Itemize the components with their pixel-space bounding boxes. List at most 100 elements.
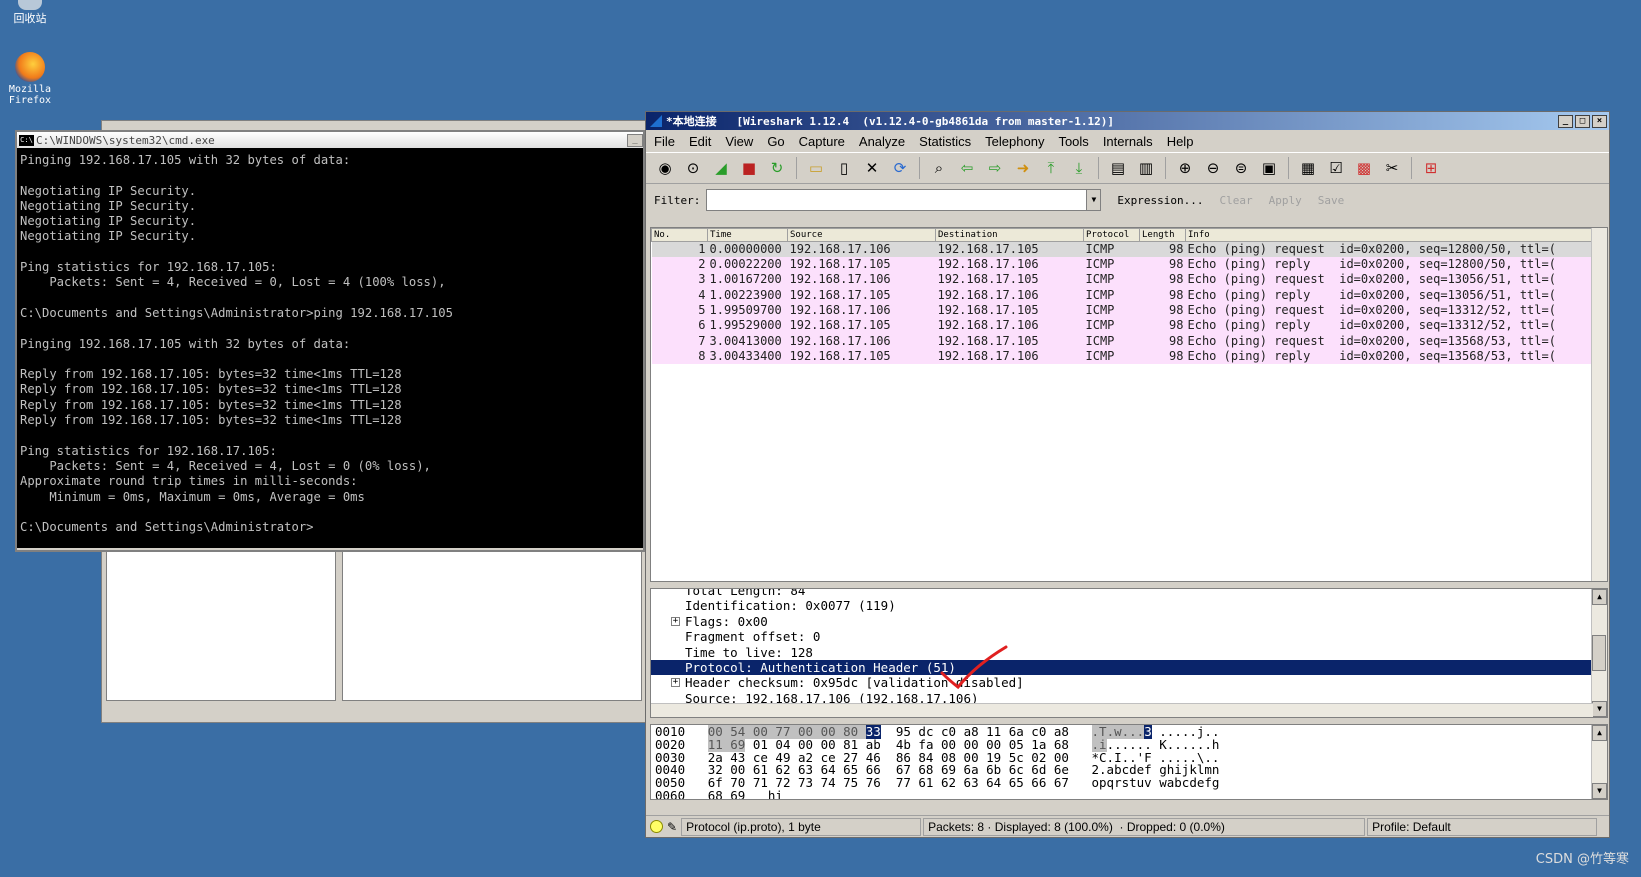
maximize-button[interactable]: □ [1575, 114, 1590, 128]
detail-line[interactable]: + Header checksum: 0x95dc [validation dis… [651, 675, 1607, 690]
wireshark-titlebar[interactable]: *本地连接 [Wireshark 1.12.4 (v1.12.4-0-gb486… [646, 112, 1609, 130]
expand-icon[interactable]: + [671, 616, 680, 626]
cmd-window[interactable]: C:\ C:\WINDOWS\system32\cmd.exe _ Pingin… [15, 130, 645, 552]
filter-input[interactable]: ▼ [706, 189, 1102, 211]
menu-file[interactable]: File [654, 134, 675, 149]
packet-row[interactable]: 2 0.00022200 192.168.17.105 192.168.17.106 I… [651, 257, 1606, 273]
detail-text: Time to live: 128 [685, 644, 813, 660]
details-scrollbar[interactable]: ▲ ▼ [1591, 589, 1607, 717]
stop-capture-icon[interactable]: ■ [738, 157, 760, 179]
open-file-icon[interactable]: ▭ [805, 157, 827, 179]
packet-cell-proto: ICMP [1083, 302, 1140, 319]
console-line: Negotiating IP Security. [20, 198, 197, 213]
details-hscrollbar[interactable] [651, 703, 1593, 717]
column-header-no[interactable]: No. [651, 228, 708, 242]
wireshark-window[interactable]: *本地连接 [Wireshark 1.12.4 (v1.12.4-0-gb486… [645, 111, 1610, 838]
packet-row[interactable]: 6 1.99529000 192.168.17.105 192.168.17.106 I… [651, 318, 1606, 334]
interfaces-icon[interactable]: ◉ [654, 157, 676, 179]
menu-telephony[interactable]: Telephony [985, 134, 1044, 149]
expand-icon[interactable]: + [671, 678, 680, 688]
options-icon[interactable]: ⊙ [682, 157, 704, 179]
scroll-up-icon[interactable]: ▲ [1592, 725, 1607, 741]
reload-icon[interactable]: ⟳ [889, 157, 911, 179]
close-file-icon[interactable]: ✕ [861, 157, 883, 179]
minimize-button[interactable]: _ [627, 133, 643, 147]
bytes-scrollbar[interactable]: ▲ ▼ [1591, 725, 1607, 799]
display-filters-icon[interactable]: ☑ [1325, 157, 1347, 179]
capture-filters-icon[interactable]: ▦ [1297, 157, 1319, 179]
packet-row[interactable]: 7 3.00413000 192.168.17.106 192.168.17.105 I… [651, 333, 1606, 349]
preferences-icon[interactable]: ✂ [1381, 157, 1403, 179]
chevron-down-icon[interactable]: ▼ [1086, 190, 1101, 210]
capture-comments-icon[interactable]: ✎ [667, 820, 677, 834]
clear-button[interactable]: Clear [1219, 194, 1252, 207]
column-header-protocol[interactable]: Protocol [1083, 228, 1140, 242]
packet-row[interactable]: 1 0.00000000 192.168.17.106 192.168.17.105 I… [651, 241, 1606, 257]
colorize-icon[interactable]: ▤ [1107, 157, 1129, 179]
save-file-icon[interactable]: ▯ [833, 157, 855, 179]
restart-capture-icon[interactable]: ↻ [766, 157, 788, 179]
packet-row[interactable]: 4 1.00223900 192.168.17.105 192.168.17.106 I… [651, 287, 1606, 303]
column-header-length[interactable]: Length [1139, 228, 1186, 242]
scroll-down-icon[interactable]: ▼ [1592, 783, 1607, 799]
start-capture-icon[interactable]: ◢ [710, 157, 732, 179]
auto-scroll-icon[interactable]: ▥ [1135, 157, 1157, 179]
go-back-icon[interactable]: ⇦ [956, 157, 978, 179]
go-first-icon[interactable]: ⤒ [1040, 157, 1062, 179]
column-header-source[interactable]: Source [787, 228, 936, 242]
expert-info-icon[interactable] [650, 820, 663, 833]
scroll-thumb[interactable] [1592, 635, 1606, 671]
menu-tools[interactable]: Tools [1058, 134, 1088, 149]
detail-line[interactable]: Fragment offset: 0 [651, 629, 1607, 644]
packet-row[interactable]: 5 1.99509700 192.168.17.106 192.168.17.105 I… [651, 302, 1606, 319]
menu-help[interactable]: Help [1167, 134, 1194, 149]
coloring-rules-icon[interactable]: ▩ [1353, 157, 1375, 179]
minimize-button[interactable]: _ [1558, 114, 1573, 128]
detail-line[interactable]: Protocol: Authentication Header (51) [651, 659, 1607, 676]
packet-details[interactable]: Total Length: 84 Identification: 0x0077 (… [650, 588, 1608, 718]
scroll-down-icon[interactable]: ▼ [1592, 701, 1607, 717]
menu-analyze[interactable]: Analyze [859, 134, 905, 149]
menu-internals[interactable]: Internals [1103, 134, 1153, 149]
menu-edit[interactable]: Edit [689, 134, 711, 149]
packet-bytes[interactable]: 0010 00 54 00 77 00 00 80 33 95 dc c0 a8… [650, 724, 1608, 800]
resize-columns-icon[interactable]: ▣ [1258, 157, 1280, 179]
help-icon[interactable]: ⊞ [1420, 157, 1442, 179]
go-last-icon[interactable]: ⤓ [1068, 157, 1090, 179]
status-packets: Packets: 8 · Displayed: 8 (100.0%) · Dro… [923, 817, 1366, 836]
menu-statistics[interactable]: Statistics [919, 134, 971, 149]
find-packet-icon[interactable]: ⌕ [928, 157, 950, 179]
packet-row[interactable]: 8 3.00433400 192.168.17.105 192.168.17.106 I… [651, 348, 1606, 365]
packet-cell-len: 98 [1139, 257, 1186, 273]
menu-view[interactable]: View [725, 134, 753, 149]
zoom-out-icon[interactable]: ⊖ [1202, 157, 1224, 179]
detail-line[interactable]: Total Length: 84 [651, 589, 1607, 598]
recycle-bin-icon [18, 0, 42, 10]
packet-list[interactable]: No. Time Source Destination Protocol Length In… [650, 227, 1608, 582]
scroll-up-icon[interactable]: ▲ [1592, 589, 1607, 605]
normal-size-icon[interactable]: ⊜ [1230, 157, 1252, 179]
go-to-packet-icon[interactable]: ➜ [1012, 157, 1034, 179]
column-header-time[interactable]: Time [707, 228, 788, 242]
detail-line[interactable]: Identification: 0x0077 (119) [651, 598, 1607, 613]
detail-line[interactable]: + Flags: 0x00 [651, 614, 1607, 629]
menu-capture[interactable]: Capture [799, 134, 845, 149]
column-header-info[interactable]: Info [1185, 228, 1606, 242]
cmd-console[interactable]: Pinging 192.168.17.105 with 32 bytes of … [17, 148, 643, 548]
desktop-icon-firefox[interactable]: Mozilla Firefox [0, 52, 60, 106]
status-profile[interactable]: Profile: Default [1367, 817, 1598, 836]
detail-line[interactable]: Time to live: 128 [651, 645, 1607, 660]
go-forward-icon[interactable]: ⇨ [984, 157, 1006, 179]
desktop-icon-recycle-bin[interactable]: 回收站 [0, 0, 60, 26]
expression-button[interactable]: Expression... [1117, 194, 1203, 207]
apply-button[interactable]: Apply [1269, 194, 1302, 207]
save-button[interactable]: Save [1318, 194, 1345, 207]
column-header-destination[interactable]: Destination [935, 228, 1084, 242]
close-button[interactable]: × [1592, 114, 1607, 128]
packet-list-scrollbar[interactable] [1591, 228, 1607, 581]
cmd-titlebar[interactable]: C:\ C:\WINDOWS\system32\cmd.exe _ [17, 132, 643, 148]
packet-row[interactable]: 3 1.00167200 192.168.17.106 192.168.17.105 I… [651, 272, 1606, 288]
zoom-in-icon[interactable]: ⊕ [1174, 157, 1196, 179]
menu-go[interactable]: Go [767, 134, 784, 149]
